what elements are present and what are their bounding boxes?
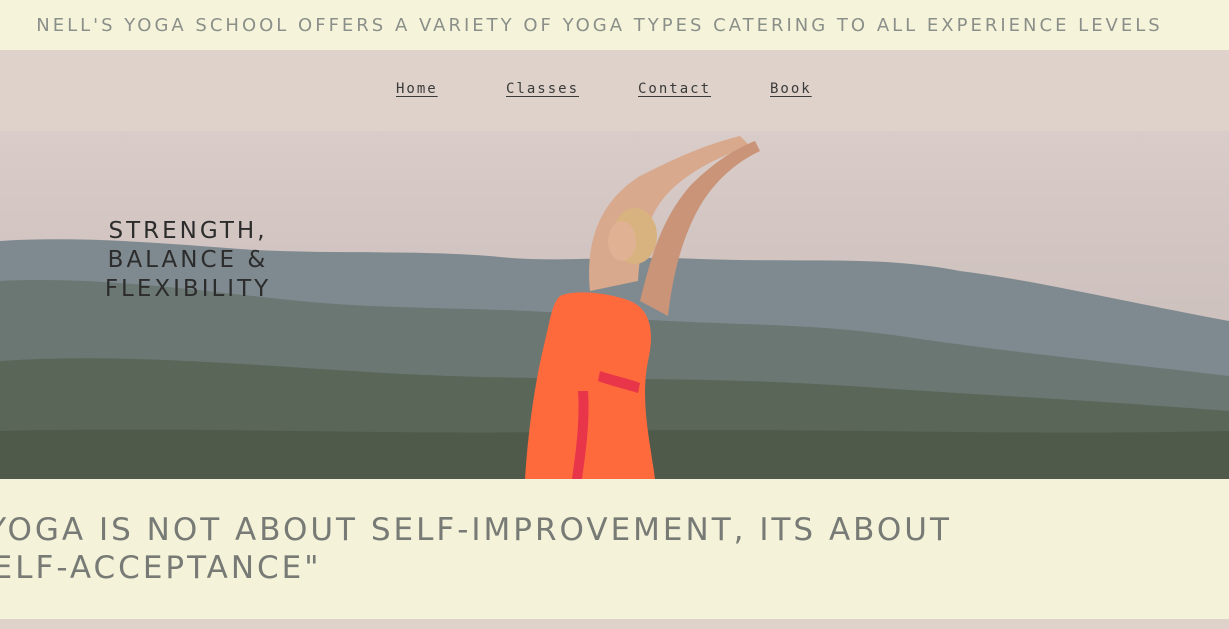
quote-section: "YOGA IS NOT ABOUT SELF-IMPROVEMENT, ITS… — [0, 479, 1229, 619]
yoga-quote: "YOGA IS NOT ABOUT SELF-IMPROVEMENT, ITS… — [0, 512, 952, 586]
hero-tagline-line-2: BALANCE & — [107, 247, 269, 273]
hero-photo — [0, 136, 1229, 479]
hero-banner: STRENGTH, BALANCE & FLEXIBILITY — [0, 131, 1229, 479]
hero-tagline: STRENGTH, BALANCE & FLEXIBILITY — [68, 217, 308, 304]
nav-link-book[interactable]: Book — [770, 81, 812, 97]
main-nav: Home Classes Contact Book — [0, 50, 1229, 131]
nav-link-contact[interactable]: Contact — [638, 81, 711, 97]
footer-strip — [0, 619, 1229, 629]
nav-link-home[interactable]: Home — [396, 81, 438, 97]
announcement-bar: NELL'S YOGA SCHOOL OFFERS A VARIETY OF Y… — [0, 0, 1229, 50]
hero-tagline-line-1: STRENGTH, — [108, 218, 268, 244]
announcement-text: NELL'S YOGA SCHOOL OFFERS A VARIETY OF Y… — [36, 14, 1163, 36]
nav-link-classes[interactable]: Classes — [506, 81, 579, 97]
hero-tagline-line-3: FLEXIBILITY — [104, 276, 272, 302]
